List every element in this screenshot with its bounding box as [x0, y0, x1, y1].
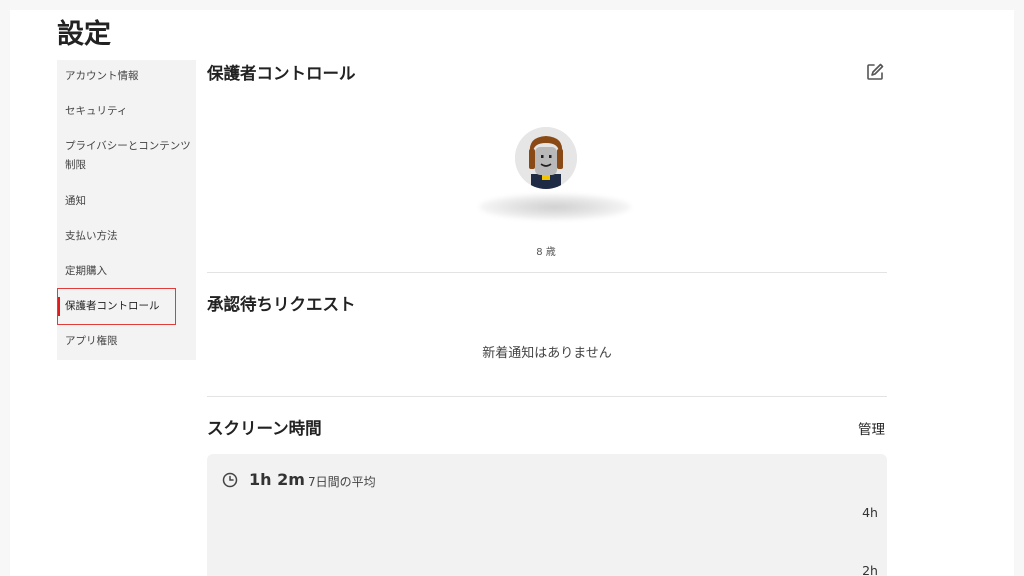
- axis-tick-label: 4h: [862, 505, 878, 520]
- edit-icon[interactable]: [865, 62, 885, 82]
- sidebar-item-label: 制限: [65, 159, 86, 171]
- clock-icon: [222, 472, 238, 488]
- screen-time-title: スクリーン時間: [207, 419, 322, 438]
- child-age: 8 歳: [536, 247, 556, 258]
- settings-page: 設定 アカウント情報 セキュリティ プライバシーとコンテンツ 制限 通知 支払い…: [10, 10, 1014, 576]
- sidebar-item-payment-methods[interactable]: 支払い方法: [57, 227, 196, 246]
- settings-sidebar: アカウント情報 セキュリティ プライバシーとコンテンツ 制限 通知 支払い方法 …: [57, 60, 196, 360]
- sidebar-item-notifications[interactable]: 通知: [57, 192, 196, 211]
- no-notifications-message: 新着通知はありません: [482, 346, 612, 361]
- axis-tick-label: 2h: [862, 563, 878, 576]
- divider: [207, 272, 887, 273]
- parental-controls-title: 保護者コントロール: [207, 64, 356, 83]
- average-label: 7日間の平均: [308, 475, 376, 489]
- page-title: 設定: [57, 19, 111, 50]
- sidebar-item-security[interactable]: セキュリティ: [57, 102, 196, 121]
- manage-link[interactable]: 管理: [858, 418, 885, 438]
- sidebar-item-subscriptions[interactable]: 定期購入: [57, 262, 196, 281]
- avatar[interactable]: [515, 127, 577, 189]
- child-name-redacted: [479, 194, 631, 220]
- average-screen-time: 1h 2m: [249, 470, 305, 489]
- sidebar-item-app-permissions[interactable]: アプリ権限: [57, 332, 196, 351]
- sidebar-item-parental-controls[interactable]: 保護者コントロール: [57, 297, 196, 316]
- sidebar-item-label: プライバシーとコンテンツ: [65, 140, 191, 152]
- sidebar-item-account-info[interactable]: アカウント情報: [57, 67, 196, 86]
- divider: [207, 396, 887, 397]
- sidebar-item-privacy[interactable]: プライバシーとコンテンツ 制限: [57, 137, 196, 175]
- pending-requests-title: 承認待ちリクエスト: [207, 295, 356, 314]
- screen-time-card: 1h 2m 7日間の平均 4h 2h: [207, 454, 887, 576]
